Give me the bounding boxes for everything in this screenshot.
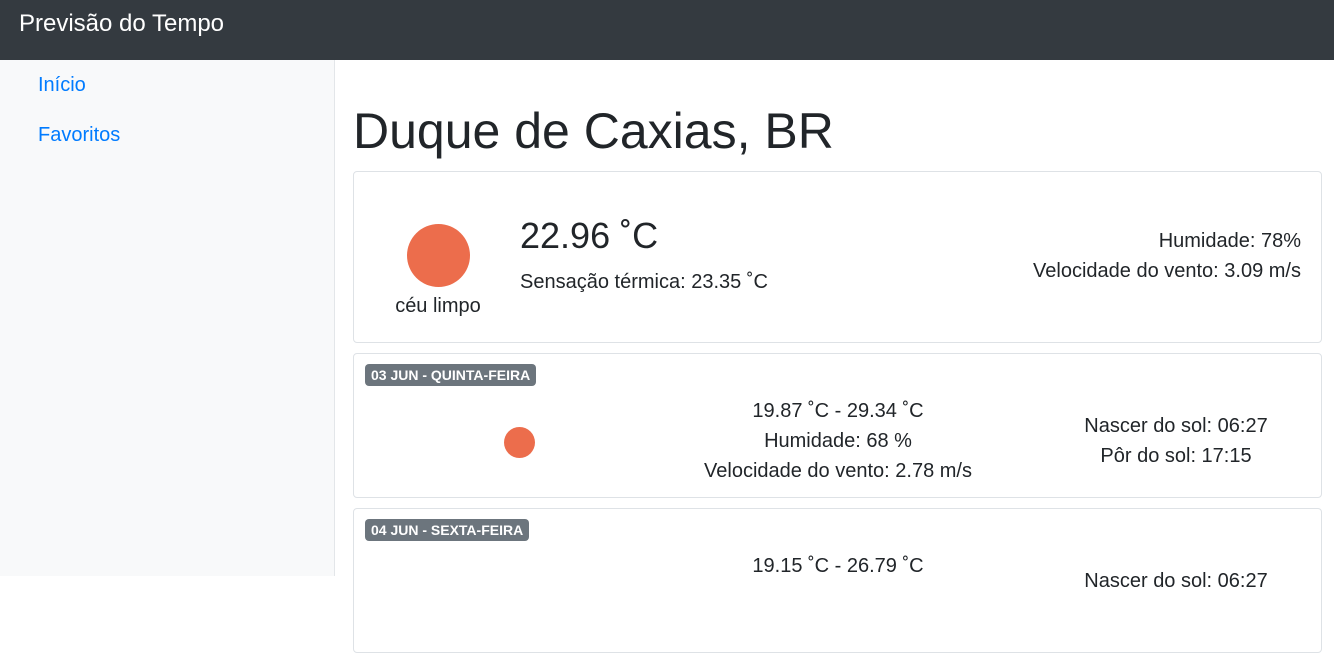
sidebar: Início Favoritos bbox=[0, 60, 335, 576]
current-humidity: Humidade: 78% bbox=[1158, 230, 1301, 252]
current-wind: Velocidade do vento: 3.09 m/s bbox=[1033, 260, 1301, 282]
page-title: Duque de Caxias, BR bbox=[353, 103, 834, 159]
forecast-date-badge: 03 JUN - QUINTA-FEIRA bbox=[365, 364, 537, 386]
navbar: Previsão do Tempo bbox=[0, 0, 1334, 60]
sun-icon bbox=[504, 427, 535, 458]
forecast-temp-range: 19.87 ˚C - 29.34 ˚C bbox=[752, 400, 924, 422]
feels-like: Sensação térmica: 23.35 ˚C bbox=[520, 271, 768, 293]
forecast-humidity: Humidade: 68 % bbox=[764, 430, 912, 452]
forecast-wind: Velocidade do vento: 2.78 m/s bbox=[704, 460, 972, 482]
sun-icon bbox=[407, 224, 470, 287]
sidebar-item-inicio[interactable]: Início bbox=[38, 73, 86, 97]
current-temperature: 22.96 ˚C bbox=[520, 215, 659, 256]
current-weather-card: céu limpo 22.96 ˚C Sensação térmica: 23.… bbox=[353, 171, 1322, 343]
weather-condition: céu limpo bbox=[395, 295, 481, 317]
forecast-sunrise: Nascer do sol: 06:27 bbox=[1084, 570, 1268, 592]
forecast-card: 03 JUN - QUINTA-FEIRA 19.87 ˚C - 29.34 ˚… bbox=[353, 353, 1322, 498]
app-title[interactable]: Previsão do Tempo bbox=[19, 9, 224, 38]
forecast-card: 04 JUN - SEXTA-FEIRA 19.15 ˚C - 26.79 ˚C… bbox=[353, 508, 1322, 653]
forecast-sunset: Pôr do sol: 17:15 bbox=[1100, 445, 1252, 467]
forecast-sunrise: Nascer do sol: 06:27 bbox=[1084, 415, 1268, 437]
sidebar-item-favoritos[interactable]: Favoritos bbox=[38, 123, 120, 147]
forecast-temp-range: 19.15 ˚C - 26.79 ˚C bbox=[752, 555, 924, 577]
forecast-date-badge: 04 JUN - SEXTA-FEIRA bbox=[365, 519, 530, 541]
main-content: Duque de Caxias, BR céu limpo 22.96 ˚C S… bbox=[335, 60, 1334, 653]
